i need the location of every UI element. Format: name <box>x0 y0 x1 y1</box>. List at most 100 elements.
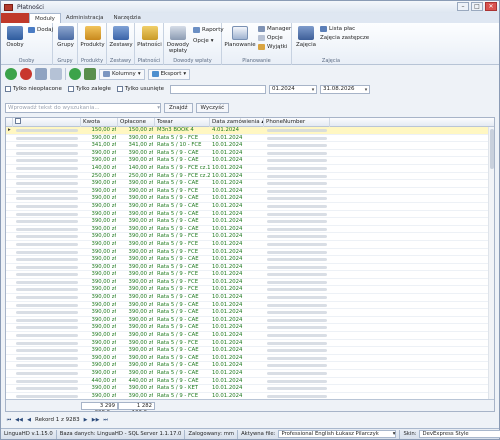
chevron-down-icon[interactable]: ▾ <box>363 86 369 93</box>
produkty-button[interactable]: Produkty <box>80 26 105 48</box>
first-record-button[interactable]: ⏮ <box>5 416 13 424</box>
table-row[interactable]: 390,00 zł 390,00 zł Rata 5 / 9 - CAE 10.01.… <box>6 195 494 203</box>
dodaj-button[interactable]: Dodaj <box>28 27 53 33</box>
wyjatki-button[interactable]: Wyjątki <box>258 44 287 50</box>
table-row[interactable]: 390,00 zł 390,00 zł Rata 5 / 9 - FCE 10.01.… <box>6 286 494 295</box>
table-row[interactable]: 390,00 zł 390,00 zł Rata 5 / 9 - CAE 10.01.… <box>6 226 494 234</box>
chevron-down-icon[interactable]: ▾ <box>157 105 160 111</box>
table-row[interactable]: 390,00 zł 390,00 zł Rata 5 / 9 - CAE 10.01.… <box>6 256 494 264</box>
grid-header-data[interactable]: Data zamówienia ▴ <box>210 118 264 127</box>
delete-icon[interactable] <box>20 68 32 80</box>
last-record-button[interactable]: ⏭ <box>102 416 110 424</box>
planowanie-button[interactable]: Planowanie <box>224 26 256 48</box>
next-page-button[interactable]: ▶▶ <box>92 416 100 424</box>
maximize-button[interactable]: □ <box>471 2 483 11</box>
lista-plac-button[interactable]: Lista płac <box>320 26 355 32</box>
chevron-down-icon[interactable]: ▾ <box>310 86 316 93</box>
row-kwota: 390,00 zł <box>91 256 116 263</box>
table-row[interactable]: 390,00 zł 390,00 zł Rata 5 / 9 - KET 10.01.… <box>6 385 494 393</box>
prev-record-button[interactable]: ◀ <box>25 416 33 424</box>
table-row[interactable]: 390,00 zł 390,00 zł Rata 5 / 9 - CAE 10.01.… <box>6 347 494 355</box>
raporty-button[interactable]: Raporty <box>193 27 224 33</box>
table-row[interactable]: 390,00 zł 390,00 zł Rata 5 / 9 - CAE 10.01.… <box>6 309 494 317</box>
table-row[interactable]: 390,00 zł 390,00 zł Rata 5 / 9 - FCE 10.01.… <box>6 279 494 287</box>
zajecia-button[interactable]: Zajęcia <box>294 26 318 48</box>
skin-select[interactable]: DevExpress Style ▾ <box>419 430 500 438</box>
minimize-button[interactable]: – <box>457 2 469 11</box>
table-row[interactable]: 390,00 zł 390,00 zł Rata 5 / 9 - FCE 10.01.… <box>6 249 494 257</box>
opcje-dowody-button[interactable]: Opcje ▾ <box>193 38 214 44</box>
row-name <box>13 188 81 195</box>
file-menu-button[interactable] <box>1 13 29 23</box>
refresh-icon[interactable] <box>69 68 81 80</box>
nieoplacone-checkbox[interactable] <box>5 86 11 92</box>
table-row[interactable]: 390,00 zł 390,00 zł Rata 5 / 9 - FCE 10.01.… <box>6 340 494 348</box>
opcje-planowanie-button[interactable]: Opcje <box>258 35 283 41</box>
table-row[interactable]: 390,00 zł 390,00 zł Rata 5 / 9 - CAE 10.01.… <box>6 294 494 302</box>
table-row[interactable]: 390,00 zł 390,00 zł Rata 5 / 9 - CAE 10.01.… <box>6 317 494 325</box>
grid-header-select[interactable] <box>13 118 81 127</box>
date-to-field[interactable]: 31.08.2026 ▾ <box>320 84 371 94</box>
zestawy-button[interactable]: Zestawy <box>109 26 133 48</box>
table-row[interactable]: 390,00 zł 390,00 zł Rata 5 / 9 - FCE 10.01.… <box>6 233 494 241</box>
filter-field[interactable] <box>170 84 267 94</box>
table-row[interactable]: 341,00 zł 341,00 zł Rata 5 / 10 - FCE 10.01… <box>6 142 494 150</box>
grid-header-towar[interactable]: Towar <box>155 118 210 127</box>
table-row[interactable]: 390,00 zł 390,00 zł Rata 5 / 9 - CAE 10.01.… <box>6 211 494 219</box>
dowody-wplaty-button[interactable]: Dowody wpłaty <box>165 26 191 54</box>
tab-narzedzia[interactable]: Narzędzia <box>109 13 146 23</box>
prev-page-button[interactable]: ◀◀ <box>15 416 23 424</box>
table-row[interactable]: 390,00 zł 390,00 zł Rata 5 / 9 - FCE 10.01.… <box>6 188 494 196</box>
table-row[interactable]: ▸ 150,00 zł 150,00 zł M3n3 BOOK 4 4.01.2024 <box>6 127 494 135</box>
grupy-button[interactable]: Grupy <box>55 26 76 48</box>
table-row[interactable]: 390,00 zł 390,00 zł Rata 5 / 9 - CAE 10.01.… <box>6 332 494 340</box>
next-record-button[interactable]: ▶ <box>82 416 90 424</box>
print-icon[interactable] <box>84 68 96 80</box>
clear-button[interactable]: Wyczyść <box>195 103 230 113</box>
table-row[interactable]: 390,00 zł 390,00 zł Rata 5 / 9 - CAE 10.01.… <box>6 203 494 211</box>
table-row[interactable]: 390,00 zł 390,00 zł Rata 5 / 9 - CAE 10.01.… <box>6 302 494 310</box>
tab-administracja[interactable]: Administracja <box>61 13 109 23</box>
row-kwota: 390,00 zł <box>91 210 116 217</box>
table-row[interactable]: 390,00 zł 390,00 zł Rata 5 / 9 - FCE 10.01.… <box>6 241 494 249</box>
table-row[interactable]: 390,00 zł 390,00 zł Rata 5 / 9 - CAE 10.01.… <box>6 157 494 165</box>
manager-button[interactable]: Manager <box>258 26 291 32</box>
platnosci-button[interactable]: Płatności <box>137 26 162 48</box>
usuniete-checkbox[interactable] <box>116 86 123 92</box>
search-input[interactable]: Wprowadź tekst do wyszukania... ▾ <box>5 103 161 113</box>
select-all-checkbox[interactable] <box>15 118 21 124</box>
close-button[interactable]: ✕ <box>485 2 497 11</box>
grid-header-phone[interactable]: PhoneNumber <box>264 118 330 127</box>
grid-header-kwota[interactable]: Kwota <box>81 118 118 127</box>
edit-icon[interactable] <box>50 68 62 80</box>
scrollbar-thumb[interactable] <box>490 129 494 169</box>
table-row[interactable]: 440,00 zł 440,00 zł Rata 5 / 9 - CAE 10.01.… <box>6 378 494 386</box>
table-row[interactable]: 390,00 zł 390,00 zł Rata 5 / 9 - CAE 10.01.… <box>6 218 494 226</box>
table-row[interactable]: 140,00 zł 140,00 zł Rata 5 / 9 - FCE cz.1 1… <box>6 165 494 173</box>
table-row[interactable]: 390,00 zł 390,00 zł Rata 5 / 9 - CAE 10.01.… <box>6 150 494 158</box>
table-row[interactable]: 390,00 zł 390,00 zł Rata 5 / 9 - CAE 10.01.… <box>6 324 494 333</box>
table-row[interactable]: 390,00 zł 390,00 zł Rata 5 / 9 - FCE 10.01.… <box>6 271 494 279</box>
table-row[interactable]: 250,00 zł 250,00 zł Rata 5 / 9 - FCE cz.2 1… <box>6 173 494 181</box>
add-icon[interactable] <box>5 68 17 80</box>
tab-moduly[interactable]: Moduły <box>29 13 61 23</box>
find-button[interactable]: Znajdź <box>164 103 193 113</box>
table-row[interactable]: 390,00 zł 390,00 zł Rata 5 / 9 - CAE 10.01.… <box>6 264 494 272</box>
osoby-button[interactable]: Osoby <box>4 26 26 48</box>
row-oplacone: 390,00 zł <box>128 370 153 376</box>
eksport-button[interactable]: Eksport ▾ <box>147 68 191 80</box>
zalegle-checkbox[interactable] <box>67 86 74 92</box>
kolumny-button[interactable]: Kolumny ▾ <box>99 68 145 80</box>
grid-header-oplacone[interactable]: Opłacone <box>118 118 155 127</box>
active-file-select[interactable]: Professional English Łukasz Pilarczyk ▾ <box>278 430 397 438</box>
view-icon[interactable] <box>35 68 47 80</box>
table-row[interactable]: 390,00 zł 390,00 zł Rata 5 / 9 - CAE 10.01.… <box>6 180 494 188</box>
table-row[interactable]: 390,00 zł 390,00 zł Rata 5 / 9 - CAE 10.01.… <box>6 355 494 363</box>
table-row[interactable]: 390,00 zł 390,00 zł Rata 5 / 9 - FCE 10.01.… <box>6 135 494 143</box>
table-row[interactable]: 390,00 zł 390,00 zł Rata 5 / 9 - CAE 10.01.… <box>6 370 494 378</box>
row-phone <box>264 385 330 392</box>
zajecia-zastepcze-button[interactable]: Zajęcia zastępcze <box>320 35 369 41</box>
table-row[interactable]: 390,00 zł 390,00 zł Rata 5 / 9 - CAE 10.01.… <box>6 362 494 370</box>
vertical-scrollbar[interactable] <box>488 127 494 399</box>
date-from-field[interactable]: 01.2024 ▾ <box>269 84 318 94</box>
